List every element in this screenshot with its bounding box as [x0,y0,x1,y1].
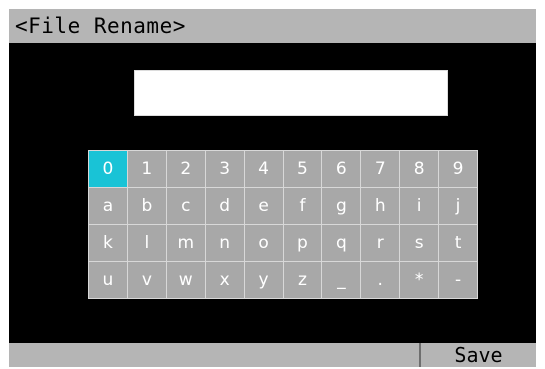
key-x[interactable]: x [205,262,244,298]
key-7[interactable]: 7 [361,151,400,187]
save-button[interactable]: Save [419,343,536,367]
key-5[interactable]: 5 [283,151,322,187]
bottom-bar: Save [9,343,536,367]
key-k[interactable]: k [89,225,127,261]
page-title: <File Rename> [9,9,536,43]
key-s[interactable]: s [400,225,439,261]
key-f[interactable]: f [283,188,322,224]
key-l[interactable]: l [127,225,166,261]
key-dot[interactable]: . [361,262,400,298]
key-r[interactable]: r [361,225,400,261]
key-p[interactable]: p [283,225,322,261]
key-d[interactable]: d [205,188,244,224]
key-h[interactable]: h [361,188,400,224]
key-m[interactable]: m [166,225,205,261]
key-underscore[interactable]: _ [322,262,361,298]
key-a[interactable]: a [89,188,127,224]
key-asterisk[interactable]: * [400,262,439,298]
key-9[interactable]: 9 [439,151,477,187]
key-3[interactable]: 3 [205,151,244,187]
key-i[interactable]: i [400,188,439,224]
key-j[interactable]: j [439,188,477,224]
key-z[interactable]: z [283,262,322,298]
key-g[interactable]: g [322,188,361,224]
key-o[interactable]: o [244,225,283,261]
key-u[interactable]: u [89,262,127,298]
key-6[interactable]: 6 [322,151,361,187]
device-screen: <File Rename> 0123456789 abcdefghij klmnop… [9,9,536,367]
key-0[interactable]: 0 [89,151,127,187]
key-v[interactable]: v [127,262,166,298]
key-n[interactable]: n [205,225,244,261]
filename-input[interactable] [134,70,448,116]
on-screen-keyboard: 0 1 2 3 4 5 6 7 8 9 a b c d e f g h i j k l m n o p q r s t u v w x y z _. * - [88,150,478,299]
key-q[interactable]: q [322,225,361,261]
key-2[interactable]: 2 [166,151,205,187]
key-w[interactable]: w [166,262,205,298]
key-c[interactable]: c [166,188,205,224]
key-b[interactable]: b [127,188,166,224]
key-dash[interactable]: - [439,262,477,298]
key-y[interactable]: y [244,262,283,298]
key-4[interactable]: 4 [244,151,283,187]
key-8[interactable]: 8 [400,151,439,187]
key-t[interactable]: t [439,225,477,261]
key-1[interactable]: 1 [127,151,166,187]
key-e[interactable]: e [244,188,283,224]
